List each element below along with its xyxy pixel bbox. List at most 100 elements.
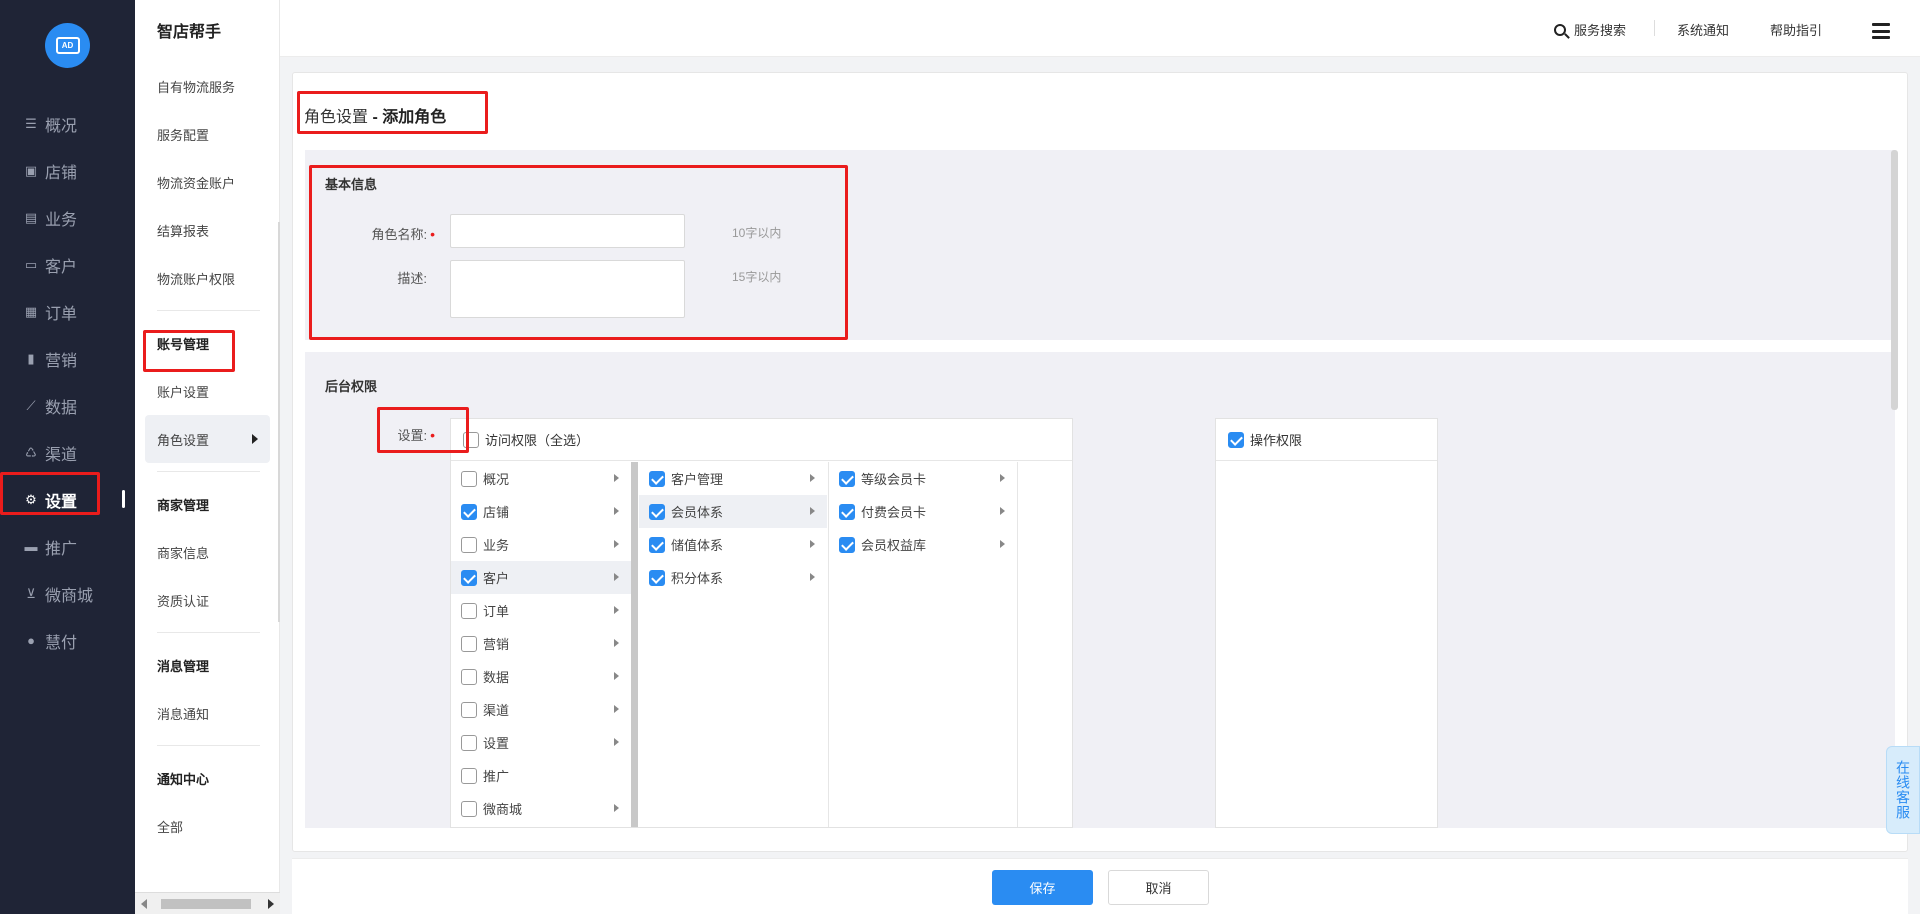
perm-label: 积分体系 (671, 571, 724, 586)
operation-permission-label: 操作权限 (1250, 433, 1303, 448)
subnav-scrollbar[interactable] (278, 222, 280, 622)
briefcase-icon: ▤ (24, 209, 38, 225)
subnav-item[interactable]: 结算报表 (135, 206, 280, 254)
channel-icon: ♺ (25, 444, 37, 460)
checkbox-checked[interactable] (649, 569, 665, 586)
checkbox[interactable] (461, 635, 477, 652)
nav-item-settings[interactable]: ⚙ 设置 (0, 476, 135, 523)
subnav-item-account-settings[interactable]: 账户设置 (135, 367, 280, 415)
perm-item-stored-value[interactable]: 储值体系 (639, 528, 827, 561)
online-service-button[interactable]: 在线客服 (1886, 746, 1920, 834)
perm-label: 会员体系 (671, 505, 724, 520)
setting-label: 设置: • (345, 425, 435, 444)
checkbox[interactable] (461, 701, 477, 718)
nav-item-order[interactable]: ▦ 订单 (0, 288, 135, 335)
checkbox[interactable] (461, 602, 477, 619)
subnav-item-role-settings[interactable]: 角色设置 (145, 415, 270, 463)
cancel-button[interactable]: 取消 (1108, 870, 1209, 905)
nav-label: 客户 (45, 258, 78, 276)
perm-item-business[interactable]: 业务 (451, 528, 631, 561)
nav-item-huifu[interactable]: ● 慧付 (0, 617, 135, 664)
nav-item-promotion[interactable]: ▬ 推广 (0, 523, 135, 570)
checkbox[interactable] (461, 767, 477, 784)
perm-item-micro-mall[interactable]: 微商城 (451, 792, 631, 825)
content-scrollbar[interactable] (1891, 150, 1898, 410)
nav-item-business[interactable]: ▤ 业务 (0, 194, 135, 241)
subnav-item[interactable]: 自有物流服务 (135, 62, 280, 110)
nav-item-marketing[interactable]: ▮ 营销 (0, 335, 135, 382)
checkbox[interactable] (461, 734, 477, 751)
subnav-item-merchant-info[interactable]: 商家信息 (135, 528, 280, 576)
checkbox-checked[interactable] (839, 503, 855, 520)
description-textarea[interactable] (450, 260, 685, 318)
role-name-hint: 10字以内 (732, 226, 782, 240)
perm-item-settings[interactable]: 设置 (451, 726, 631, 759)
nav-label: 推广 (45, 540, 78, 558)
subnav-item[interactable]: 服务配置 (135, 110, 280, 158)
nav-label: 微商城 (45, 587, 94, 605)
perm-item-benefit-lib[interactable]: 会员权益库 (829, 528, 1017, 561)
perm-item-data[interactable]: 数据 (451, 660, 631, 693)
scroll-left-icon[interactable] (141, 899, 147, 909)
subnav-item[interactable]: 物流账户权限 (135, 254, 280, 302)
checkbox[interactable] (463, 431, 479, 448)
gear-icon: ⚙ (25, 491, 37, 507)
subnav-head-account: 账号管理 (157, 336, 210, 352)
checkbox[interactable] (461, 800, 477, 817)
checkbox-checked[interactable] (461, 503, 477, 520)
help-guide-link[interactable]: 帮助指引 (1770, 20, 1822, 39)
checkbox-checked[interactable] (839, 536, 855, 553)
save-button[interactable]: 保存 (992, 870, 1093, 905)
perm-item-overview[interactable]: 概况 (451, 462, 631, 495)
perm-item-level-card[interactable]: 等级会员卡 (829, 462, 1017, 495)
search-icon (1554, 24, 1566, 36)
perm-item-points[interactable]: 积分体系 (639, 561, 827, 594)
perm-label: 业务 (483, 538, 510, 553)
checkbox-checked[interactable] (649, 470, 665, 487)
app-logo[interactable]: AD (45, 23, 90, 68)
perm-item-member-system[interactable]: 会员体系 (639, 495, 827, 528)
checkbox-checked[interactable] (1228, 431, 1244, 448)
operation-permission-checkbox[interactable]: 操作权限 (1216, 419, 1437, 461)
perm-item-customer-mgmt[interactable]: 客户管理 (639, 462, 827, 495)
nav-item-customer[interactable]: ▭ 客户 (0, 241, 135, 288)
service-search-link[interactable]: 服务搜索 (1554, 20, 1626, 39)
required-dot-icon: • (430, 427, 435, 443)
checkbox-checked[interactable] (839, 470, 855, 487)
checkbox[interactable] (461, 536, 477, 553)
subnav-item-message-notify[interactable]: 消息通知 (135, 689, 280, 737)
checkbox-checked[interactable] (649, 503, 665, 520)
menu-icon[interactable] (1872, 23, 1890, 39)
subnav-item-all[interactable]: 全部 (135, 802, 280, 850)
perm-item-channel[interactable]: 渠道 (451, 693, 631, 726)
access-all-checkbox[interactable]: 访问权限（全选） (451, 419, 1072, 461)
system-notify-link[interactable]: 系统通知 (1677, 20, 1729, 39)
column-scrollbar[interactable] (631, 462, 638, 827)
horizontal-scrollbar[interactable] (135, 892, 280, 914)
nav-item-data[interactable]: ⟋ 数据 (0, 382, 135, 429)
perm-item-promotion[interactable]: 推广 (451, 759, 631, 792)
subnav-item[interactable]: 物流资金账户 (135, 158, 280, 206)
checkbox-checked[interactable] (461, 569, 477, 586)
perm-label: 数据 (483, 670, 510, 685)
subnav-item-label: 角色设置 (157, 432, 210, 448)
checkbox-checked[interactable] (649, 536, 665, 553)
arrow-right-icon (614, 672, 619, 680)
subnav-item-qualification[interactable]: 资质认证 (135, 576, 280, 624)
arrow-right-icon (1000, 540, 1005, 548)
nav-label: 渠道 (45, 446, 78, 464)
scroll-thumb[interactable] (161, 899, 251, 909)
perm-item-marketing[interactable]: 营销 (451, 627, 631, 660)
checkbox[interactable] (461, 470, 477, 487)
scroll-right-icon[interactable] (268, 899, 274, 909)
perm-item-customer[interactable]: 客户 (451, 561, 631, 594)
perm-item-order[interactable]: 订单 (451, 594, 631, 627)
nav-item-store[interactable]: ▣ 店铺 (0, 147, 135, 194)
nav-item-micro-mall[interactable]: ⊻ 微商城 (0, 570, 135, 617)
nav-item-overview[interactable]: ☰ 概况 (0, 100, 135, 147)
perm-item-store[interactable]: 店铺 (451, 495, 631, 528)
perm-item-paid-card[interactable]: 付费会员卡 (829, 495, 1017, 528)
nav-item-channel[interactable]: ♺ 渠道 (0, 429, 135, 476)
checkbox[interactable] (461, 668, 477, 685)
role-name-input[interactable] (450, 214, 685, 248)
